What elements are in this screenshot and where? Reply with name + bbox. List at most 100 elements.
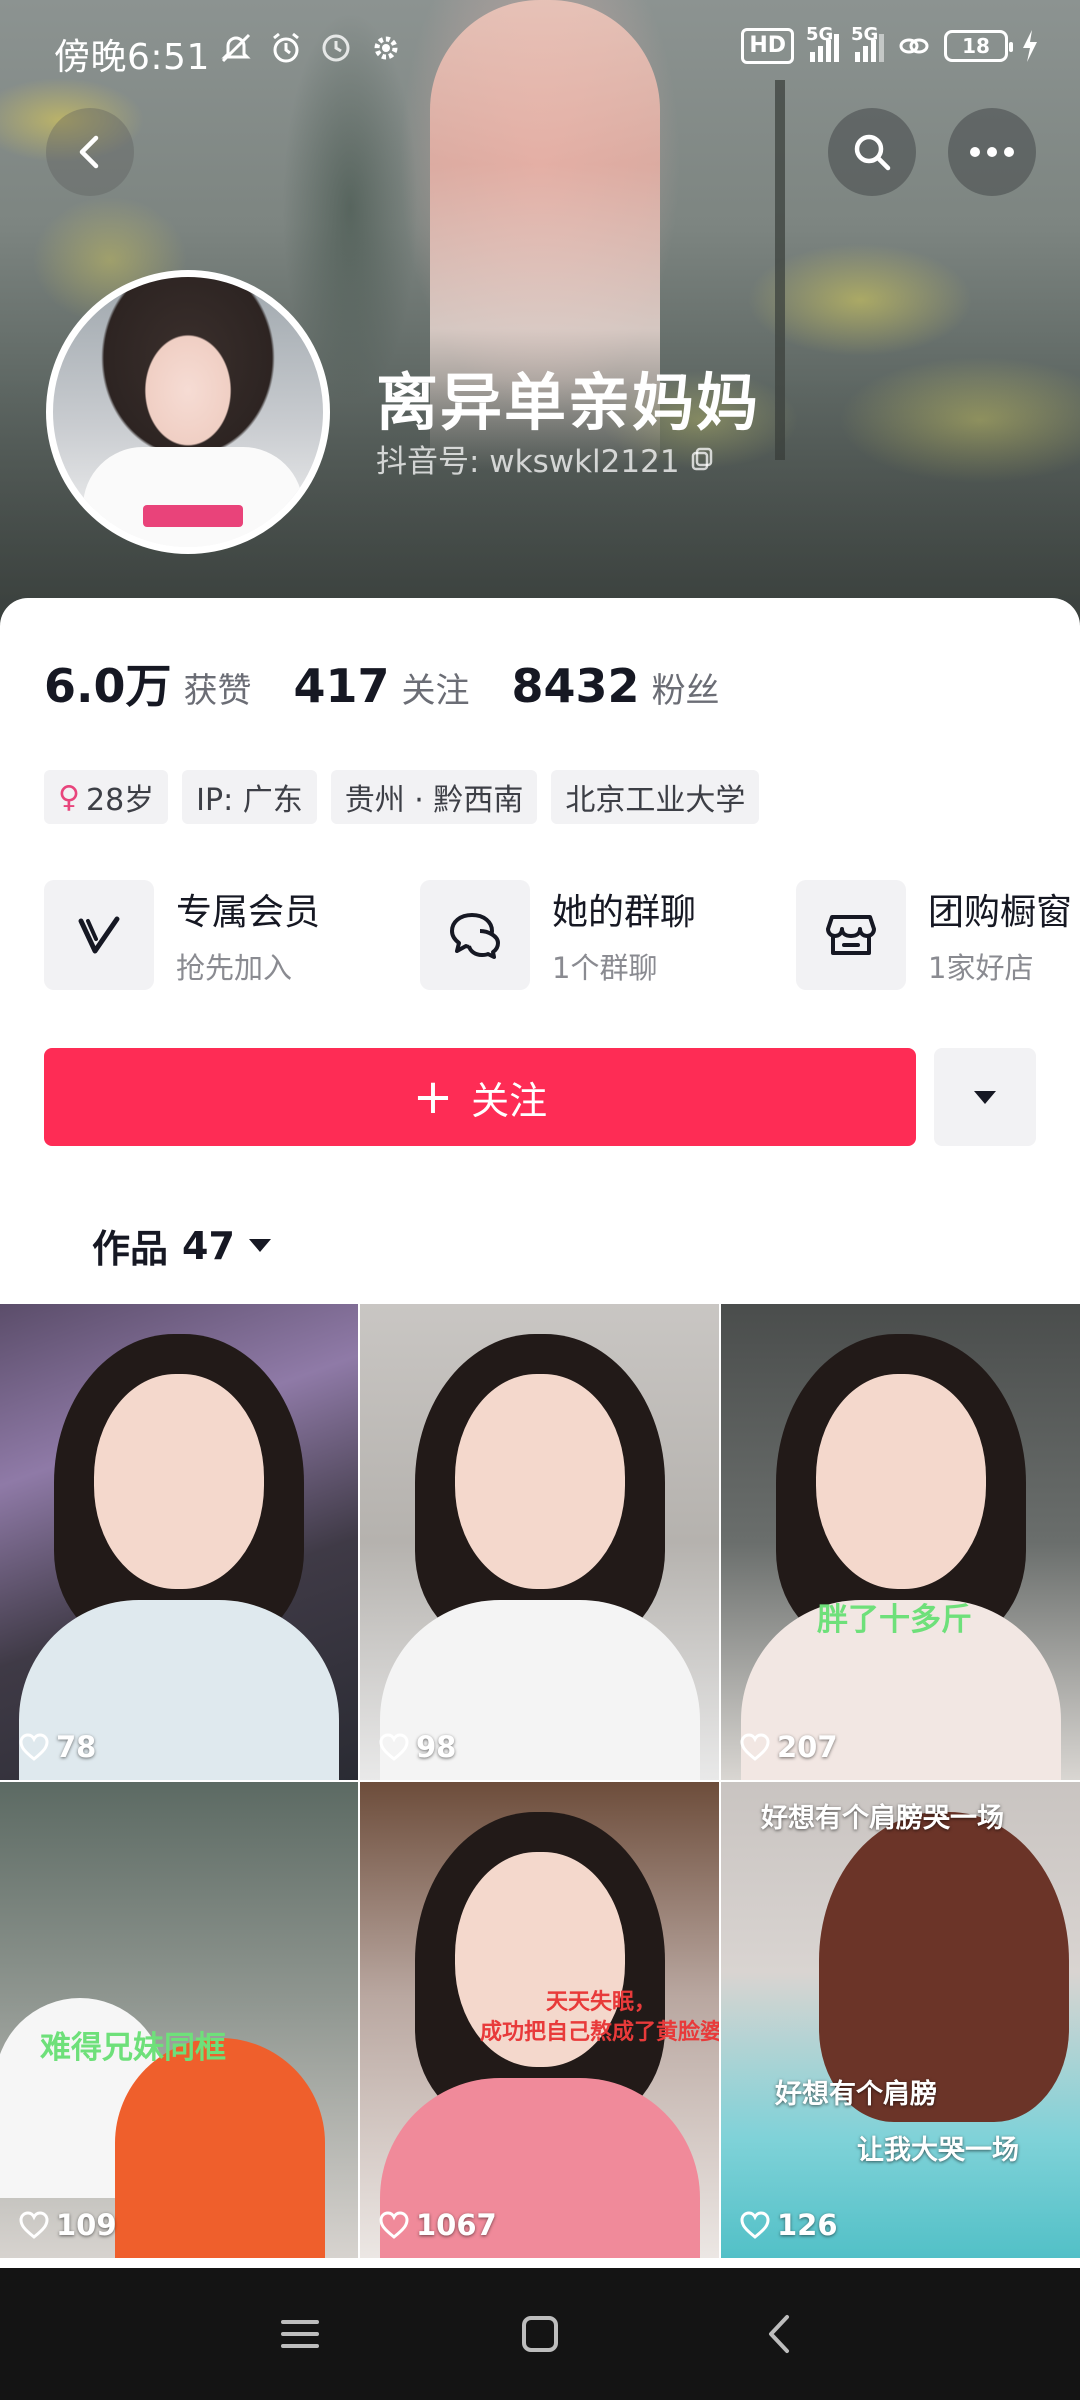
search-icon bbox=[854, 134, 891, 171]
video-likes-count: 1067 bbox=[416, 2208, 497, 2242]
caret-down-icon bbox=[974, 1090, 996, 1104]
nav-menu-button[interactable] bbox=[270, 2304, 330, 2364]
signal-icon-1: 5G bbox=[806, 24, 839, 62]
feature-group-subtitle: 1个群聊 bbox=[552, 951, 658, 985]
tag-ip: IP: 广东 bbox=[182, 770, 317, 824]
stat-followers-value: 8432 bbox=[511, 659, 640, 713]
video-tile[interactable]: 78 bbox=[0, 1304, 358, 1780]
video-likes-count: 78 bbox=[56, 1730, 97, 1764]
video-likes: 78 bbox=[18, 1730, 96, 1764]
more-dots-icon bbox=[970, 147, 1014, 157]
square-home-icon bbox=[522, 2316, 558, 2352]
video-caption-low: 让我大哭一场 bbox=[857, 2135, 1019, 2166]
feature-row: 专属会员 抢先加入 她的群聊 1个群聊 团购橱窗 1家好店 bbox=[44, 880, 1080, 990]
video-tile[interactable]: 胖了十多斤 207 bbox=[721, 1304, 1080, 1780]
video-likes-count: 98 bbox=[416, 1730, 457, 1764]
tag-school[interactable]: 北京工业大学 bbox=[551, 770, 760, 824]
feature-group-chat[interactable]: 她的群聊 1个群聊 bbox=[420, 880, 796, 990]
copy-icon[interactable] bbox=[690, 446, 716, 472]
feature-store-window[interactable]: 团购橱窗 1家好店 bbox=[796, 880, 1080, 990]
recommend-dropdown-button[interactable] bbox=[934, 1048, 1036, 1146]
feature-store-subtitle: 1家好店 bbox=[928, 951, 1034, 985]
feature-store-title: 团购橱窗 bbox=[928, 892, 1073, 933]
nav-back-button[interactable] bbox=[750, 2304, 810, 2364]
tag-age: ♀ 28岁 bbox=[44, 770, 169, 824]
profile-tags: ♀ 28岁 IP: 广东 贵州 · 黔西南 北京工业大学 bbox=[44, 770, 760, 824]
video-likes: 109 bbox=[18, 2208, 117, 2242]
thumb-face bbox=[94, 1374, 264, 1589]
network-type-2: 5G bbox=[851, 24, 879, 45]
tag-age-label: 28岁 bbox=[85, 783, 155, 818]
chat-bubbles-icon bbox=[420, 880, 530, 990]
search-button[interactable] bbox=[828, 108, 916, 196]
feature-vip-membership[interactable]: 专属会员 抢先加入 bbox=[44, 880, 420, 990]
video-caption: 难得兄妹同框 bbox=[40, 2030, 226, 2066]
tab-works[interactable]: 作品 47 bbox=[92, 1218, 271, 1273]
signal-icon-2: 5G bbox=[851, 24, 884, 62]
more-options-button[interactable] bbox=[948, 108, 1036, 196]
stat-likes[interactable]: 6.0万 获赞 bbox=[44, 650, 252, 716]
heart-icon bbox=[19, 1733, 49, 1761]
stat-likes-value: 6.0万 bbox=[44, 659, 172, 713]
profile-card: 6.0万 获赞 417 关注 8432 粉丝 ♀ 28岁 IP: 广东 贵州 ·… bbox=[0, 598, 1080, 2278]
video-caption-mid: 好想有个肩膀 bbox=[775, 2079, 937, 2110]
video-likes-count: 207 bbox=[777, 1730, 838, 1764]
avatar[interactable] bbox=[46, 270, 330, 554]
menu-lines-icon bbox=[281, 2320, 319, 2348]
video-likes: 98 bbox=[378, 1730, 456, 1764]
follow-label: 关注 bbox=[471, 1078, 548, 1123]
tag-location: 贵州 · 黔西南 bbox=[330, 770, 538, 824]
clock-icon bbox=[322, 34, 350, 62]
video-likes: 126 bbox=[739, 2208, 838, 2242]
stat-likes-label: 获赞 bbox=[183, 671, 252, 711]
stats-row: 6.0万 获赞 417 关注 8432 粉丝 bbox=[44, 650, 762, 716]
back-button[interactable] bbox=[46, 108, 134, 196]
heart-icon bbox=[740, 1733, 770, 1761]
settings-gear-icon bbox=[374, 36, 398, 60]
douyin-id-text: 抖音号: wkswkl2121 bbox=[376, 444, 680, 480]
video-likes: 1067 bbox=[378, 2208, 497, 2242]
video-tile[interactable]: 98 bbox=[360, 1304, 719, 1780]
hd-badge: HD bbox=[741, 28, 794, 64]
charging-bolt-icon bbox=[1023, 30, 1037, 62]
caret-down-icon bbox=[248, 1239, 271, 1252]
follow-button[interactable]: + 关注 bbox=[44, 1048, 916, 1146]
video-likes: 207 bbox=[739, 1730, 838, 1764]
vip-v-icon bbox=[44, 880, 154, 990]
plus-icon: + bbox=[412, 1069, 454, 1125]
system-nav-bar bbox=[0, 2268, 1080, 2400]
nav-home-button[interactable] bbox=[510, 2304, 570, 2364]
stat-following-label: 关注 bbox=[401, 671, 470, 711]
status-bar: 傍晚6:51 HD 5G 5G 18 bbox=[0, 0, 1080, 100]
store-icon bbox=[796, 880, 906, 990]
back-chevron-icon bbox=[769, 2315, 789, 2353]
video-tile[interactable]: 好想有个肩膀哭一场 好想有个肩膀 让我大哭一场 126 bbox=[721, 1782, 1080, 2258]
stat-following[interactable]: 417 关注 bbox=[294, 659, 470, 713]
mute-bell-icon bbox=[221, 33, 251, 63]
tab-works-count: 47 bbox=[182, 1223, 235, 1268]
video-tile[interactable]: 难得兄妹同框 109 bbox=[0, 1782, 358, 2258]
network-type-1: 5G bbox=[806, 24, 834, 45]
link-icon bbox=[899, 38, 929, 54]
thumb-face bbox=[454, 1374, 625, 1589]
profile-name: 离异单亲妈妈 bbox=[376, 366, 761, 439]
stat-followers[interactable]: 8432 粉丝 bbox=[512, 659, 720, 713]
thumb-face bbox=[815, 1374, 986, 1589]
video-tile[interactable]: 天天失眠， 成功把自己熬成了黄脸婆 1067 bbox=[360, 1782, 719, 2258]
heart-icon bbox=[740, 2211, 770, 2239]
chevron-left-icon bbox=[79, 135, 99, 169]
status-time: 傍晚6:51 bbox=[54, 37, 210, 78]
video-likes-count: 126 bbox=[777, 2208, 838, 2242]
thumb-body-right bbox=[115, 2038, 325, 2258]
video-likes-count: 109 bbox=[56, 2208, 117, 2242]
feature-vip-title: 专属会员 bbox=[176, 892, 321, 933]
status-right-icons: HD 5G 5G 18 bbox=[741, 24, 1040, 64]
tab-works-label: 作品 bbox=[92, 1227, 169, 1271]
douyin-id[interactable]: 抖音号: wkswkl2121 bbox=[376, 436, 716, 481]
video-caption-top: 好想有个肩膀哭一场 bbox=[761, 1803, 1004, 1834]
battery-level: 18 bbox=[962, 34, 990, 58]
heart-icon bbox=[379, 1733, 409, 1761]
feature-group-title: 她的群聊 bbox=[552, 892, 697, 933]
status-left-icons bbox=[218, 30, 404, 66]
stat-followers-label: 粉丝 bbox=[651, 671, 720, 711]
